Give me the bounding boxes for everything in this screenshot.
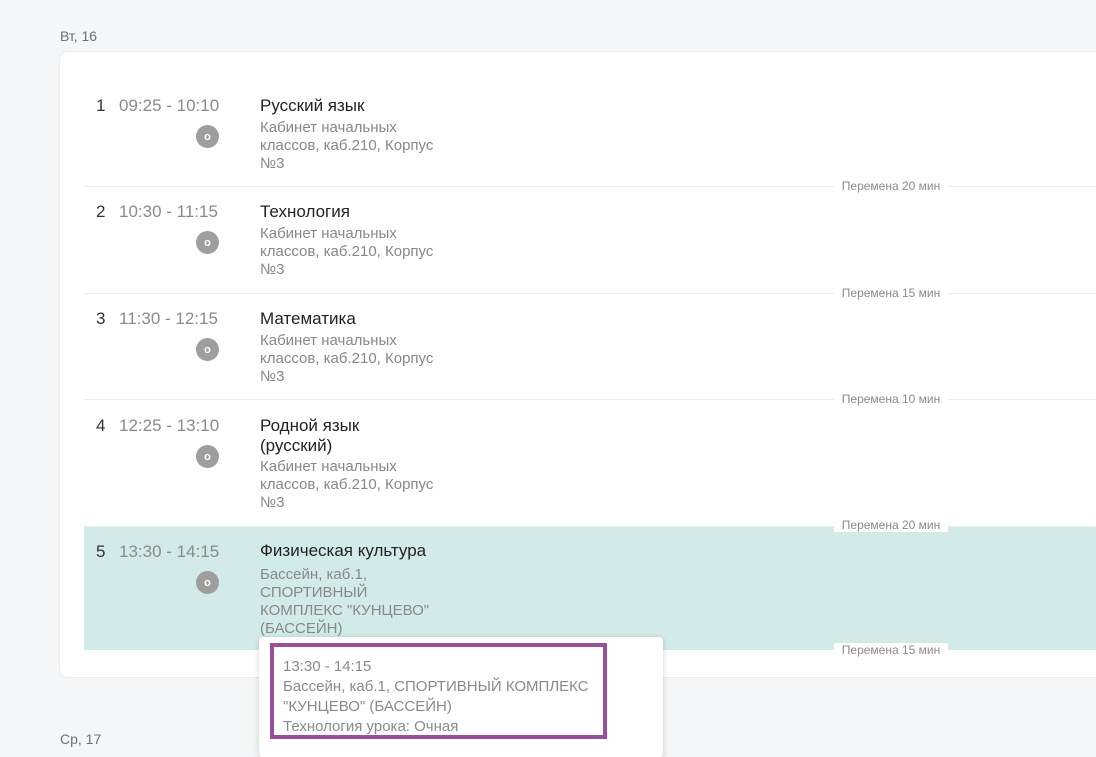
lesson-number: 4 <box>96 416 106 435</box>
lesson-time: 13:30 - 14:15 <box>119 542 220 561</box>
lesson-row-5[interactable]: 5 13:30 - 14:15 о Физическая культура Ба… <box>84 527 1096 650</box>
break-label: Перемена 20 мин <box>834 179 948 193</box>
lesson-row-4[interactable]: 4 12:25 - 13:10 о Родной язык (русский) … <box>84 416 1096 526</box>
lesson-format-badge: о <box>196 338 219 361</box>
lesson-room: Бассейн, каб.1, СПОРТИВНЫЙ КОМПЛЕКС "КУН… <box>260 566 430 637</box>
lesson-room: Кабинет начальных классов, каб.210, Корп… <box>260 225 434 278</box>
break-label: Перемена 15 мин <box>834 643 948 657</box>
lesson-number: 5 <box>96 542 106 561</box>
popup-time: 13:30 - 14:15 <box>283 658 372 675</box>
lesson-format-badge: о <box>196 125 219 148</box>
lesson-time: 09:25 - 10:10 <box>119 96 220 115</box>
lesson-format-badge: о <box>196 445 219 468</box>
lesson-room: Кабинет начальных классов, каб.210, Корп… <box>260 458 434 511</box>
break-label: Перемена 10 мин <box>834 392 948 406</box>
lesson-row-2[interactable]: 2 10:30 - 11:15 о Технология Кабинет нач… <box>84 202 1096 292</box>
lesson-subject[interactable]: Физическая культура <box>260 541 460 561</box>
lesson-room: Кабинет начальных классов, каб.210, Корп… <box>260 119 434 172</box>
lesson-number: 2 <box>96 202 106 221</box>
lesson-format-badge: о <box>196 231 219 254</box>
day-label-wed: Ср, 17 <box>60 731 102 747</box>
break-label: Перемена 20 мин <box>834 518 948 532</box>
break-label: Перемена 15 мин <box>834 286 948 300</box>
day-label-tue: Вт, 16 <box>60 28 98 44</box>
lesson-format-badge: о <box>196 571 219 594</box>
lesson-room: Кабинет начальных классов, каб.210, Корп… <box>260 332 434 385</box>
lesson-number: 1 <box>96 96 106 115</box>
popup-content: 13:30 - 14:15 Бассейн, каб.1, СПОРТИВНЫЙ… <box>283 657 613 737</box>
lesson-time: 10:30 - 11:15 <box>119 202 218 221</box>
lesson-row-1[interactable]: 1 09:25 - 10:10 о Русский язык Кабинет н… <box>84 96 1096 186</box>
lesson-subject[interactable]: Технология <box>260 202 460 222</box>
lesson-row-3[interactable]: 3 11:30 - 12:15 о Математика Кабинет нач… <box>84 309 1096 399</box>
lesson-subject[interactable]: Родной язык (русский) <box>260 416 410 456</box>
lesson-subject[interactable]: Математика <box>260 309 460 329</box>
lesson-time: 11:30 - 12:15 <box>119 309 218 328</box>
popup-location: Бассейн, каб.1, СПОРТИВНЫЙ КОМПЛЕКС "КУН… <box>283 678 589 715</box>
popup-technology: Технология урока: Очная <box>283 718 459 735</box>
lesson-subject[interactable]: Русский язык <box>260 96 460 116</box>
lesson-details-popup: 13:30 - 14:15 Бассейн, каб.1, СПОРТИВНЫЙ… <box>259 637 663 757</box>
lesson-time: 12:25 - 13:10 <box>119 416 220 435</box>
lesson-number: 3 <box>96 309 106 328</box>
